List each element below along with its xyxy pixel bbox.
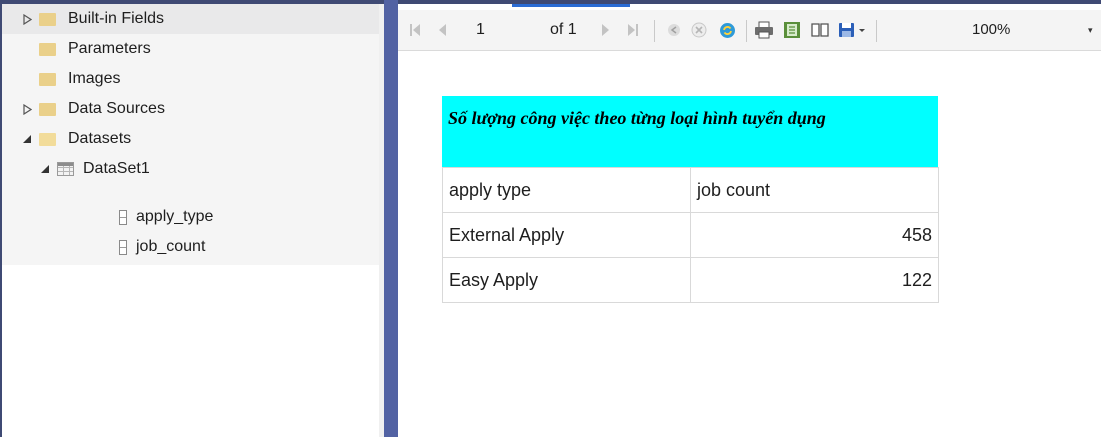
print-icon[interactable] [752, 10, 776, 50]
tree-item-label: Images [68, 70, 121, 87]
tree-item-label: apply_type [136, 208, 214, 225]
tree-item-label: Built-in Fields [68, 10, 165, 27]
collapse-arrow-icon[interactable] [21, 133, 33, 145]
page-number-input[interactable] [458, 18, 538, 42]
report-data-pane: Built-in Fields Parameters Images Data S… [2, 4, 379, 437]
previous-page-icon[interactable] [434, 10, 450, 50]
export-icon[interactable] [836, 10, 870, 50]
folder-icon [39, 72, 56, 86]
refresh-icon[interactable] [716, 10, 738, 50]
folder-icon [39, 42, 56, 56]
dataset-grid-icon [57, 162, 74, 176]
column-header-job-count: job count [690, 167, 939, 213]
job-count-cell: 122 [690, 257, 939, 303]
folder-icon [39, 102, 56, 116]
tree-item-label: Parameters [68, 40, 151, 57]
collapse-arrow-icon[interactable] [39, 163, 51, 175]
preview-toolbar: of 1 [398, 10, 1101, 51]
report-data-tree: Built-in Fields Parameters Images Data S… [2, 4, 379, 265]
tree-item-label: Data Sources [68, 100, 165, 117]
job-count-cell: 458 [690, 212, 939, 258]
tree-item-data-sources[interactable]: Data Sources [2, 94, 379, 124]
apply-type-cell: Easy Apply [442, 257, 691, 303]
last-page-icon[interactable] [624, 10, 642, 50]
pane-divider-bar [384, 0, 398, 437]
report-table: apply type job count External Apply 458 … [442, 167, 939, 303]
tree-item-built-in-fields[interactable]: Built-in Fields [2, 4, 379, 34]
toolbar-separator [876, 20, 877, 42]
tree-item-job-count[interactable]: job_count [2, 232, 379, 262]
report-preview-pane: of 1 [398, 4, 1101, 437]
expand-arrow-icon[interactable] [21, 103, 33, 115]
field-icon [119, 209, 127, 225]
stop-icon[interactable] [688, 10, 710, 50]
column-header-apply-type: apply type [442, 167, 691, 213]
page-count-label: of 1 [550, 21, 577, 38]
tree-item-parameters[interactable]: Parameters [2, 34, 379, 64]
table-row: Easy Apply 122 [442, 257, 939, 303]
report-title: Số lượng công việc theo từng loại hình t… [442, 96, 938, 167]
tree-item-label: job_count [136, 238, 206, 255]
open-folder-icon [39, 132, 56, 146]
table-row: External Apply 458 [442, 212, 939, 258]
toolbar-separator [654, 20, 655, 42]
tree-item-apply-type[interactable]: apply_type [2, 202, 379, 232]
tree-item-dataset1[interactable]: DataSet1 [2, 154, 379, 184]
back-icon[interactable] [664, 10, 684, 50]
folder-icon [39, 12, 56, 26]
tree-item-label: DataSet1 [83, 160, 150, 177]
first-page-icon[interactable] [406, 10, 424, 50]
tree-item-datasets[interactable]: Datasets [2, 124, 379, 154]
print-layout-icon[interactable] [780, 10, 804, 50]
next-page-icon[interactable] [598, 10, 614, 50]
tree-item-images[interactable]: Images [2, 64, 379, 94]
tree-item-label: Datasets [68, 130, 132, 147]
zoom-select[interactable]: 100% [972, 19, 1082, 41]
field-icon [119, 239, 127, 255]
preview-tab-indicator [512, 4, 630, 7]
zoom-dropdown-icon[interactable]: ▾ [1088, 22, 1101, 38]
apply-type-cell: External Apply [442, 212, 691, 258]
expand-arrow-icon[interactable] [21, 13, 33, 25]
table-header-row: apply type job count [442, 167, 939, 213]
toolbar-separator [746, 20, 747, 42]
page-setup-icon[interactable] [808, 10, 832, 50]
